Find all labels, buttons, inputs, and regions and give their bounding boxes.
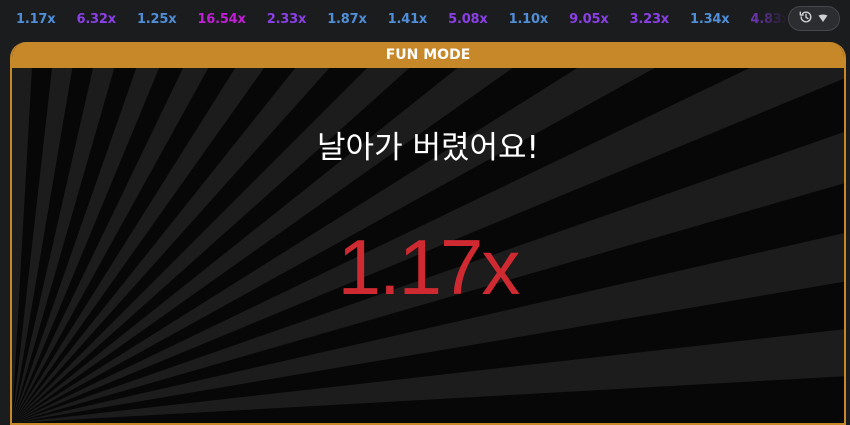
history-multiplier: 1.17x	[16, 11, 56, 27]
crash-multiplier: 1.17x	[337, 223, 521, 311]
game-frame: FUN MODE 날아가 버렸어요! 1.17x	[10, 42, 846, 425]
history-multiplier: 2.33x	[266, 11, 307, 27]
history-multiplier: 1.41x	[387, 11, 428, 27]
history-multiplier: 3.23x	[629, 11, 670, 27]
history-toggle-button[interactable]	[788, 6, 840, 31]
history-multiplier: 6.32x	[76, 11, 116, 27]
flew-away-message: 날아가 버렸어요!	[317, 130, 539, 166]
multiplier-history-bar: 1.17x 6.32x 1.25x 16.54x 2.33x 1.87x 1.41x 5.08…	[0, 0, 850, 38]
chevron-down-icon	[817, 9, 829, 28]
history-multiplier: 1.34x	[690, 11, 730, 27]
multiplier-history-list: 1.17x 6.32x 1.25x 16.54x 2.33x 1.87x 1.41x 5.08…	[16, 0, 788, 38]
history-multiplier: 4.83x	[750, 11, 788, 27]
history-multiplier: 5.08x	[448, 11, 488, 27]
history-multiplier: 9.05x	[569, 11, 609, 27]
history-multiplier: 16.54x	[197, 11, 246, 27]
history-multiplier: 1.10x	[508, 11, 549, 27]
fun-mode-banner: FUN MODE	[12, 42, 844, 68]
history-multiplier: 1.25x	[136, 11, 177, 27]
history-multiplier: 1.87x	[327, 11, 367, 27]
history-icon	[799, 9, 813, 28]
